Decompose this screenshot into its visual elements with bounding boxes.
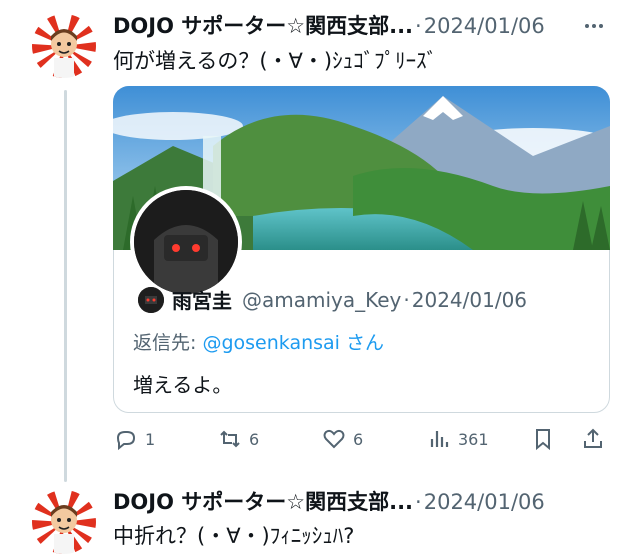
separator: · <box>415 14 422 38</box>
more-button[interactable] <box>582 14 606 38</box>
author-name[interactable]: DOJO サポーター☆関西支部... <box>113 10 413 40</box>
reply-to-line: 返信先: @gosenkansai さん <box>133 328 384 355</box>
reply-mention-link[interactable]: @gosenkansai <box>202 332 340 354</box>
like-icon <box>323 429 345 449</box>
retweet-button[interactable]: 6 <box>217 424 259 454</box>
tweet-text: 中折れ？(・∀・)ﾌｨﾆｯｼｭﾊ? <box>113 524 355 548</box>
retweet-count: 6 <box>249 429 260 449</box>
reply-count: 1 <box>145 429 156 449</box>
avatar[interactable] <box>32 490 96 554</box>
reply-prefix: 返信先: <box>133 332 203 354</box>
avatar[interactable] <box>32 14 96 78</box>
tweet-header: DOJO サポーター☆関西支部... · 2024/01/06 <box>113 486 573 516</box>
views-icon <box>430 431 449 447</box>
tweet-date[interactable]: 2024/01/06 <box>424 14 545 38</box>
quote-author-handle[interactable]: @amamiya_Key <box>242 288 401 312</box>
bookmark-icon <box>536 429 550 451</box>
tweet-date[interactable]: 2024/01/06 <box>424 490 545 514</box>
reply-icon <box>116 431 136 451</box>
tweet-text: 何が増えるの？(・∀・)ｼｭｺﾞﾌﾟﾘｰｽﾞ <box>113 49 438 73</box>
author-name[interactable]: DOJO サポーター☆関西支部... <box>113 486 413 516</box>
action-bar: 1 6 6 361 <box>113 424 610 454</box>
quote-header: 雨宮圭 @amamiya_Key · 2024/01/06 <box>138 285 527 314</box>
quote-author-avatar[interactable] <box>138 286 164 313</box>
share-icon <box>584 428 602 448</box>
reply-suffix: さん <box>339 332 384 354</box>
bookmark-button[interactable] <box>531 424 561 454</box>
separator: · <box>415 490 422 514</box>
more-icon <box>585 24 603 28</box>
quote-date[interactable]: 2024/01/06 <box>412 288 527 312</box>
views-button[interactable]: 361 <box>428 424 489 454</box>
quote-author-name[interactable]: 雨宮圭 <box>172 285 232 314</box>
thread-connector-line <box>64 90 67 482</box>
like-button[interactable]: 6 <box>321 424 363 454</box>
quoted-profile-avatar[interactable] <box>130 186 242 298</box>
share-button[interactable] <box>581 424 611 454</box>
tweet-header: DOJO サポーター☆関西支部... · 2024/01/06 <box>113 10 573 40</box>
like-count: 6 <box>353 429 364 449</box>
views-count: 361 <box>458 429 489 449</box>
separator: · <box>403 287 410 312</box>
retweet-icon <box>220 430 240 448</box>
quote-text: 増えるよ。 <box>133 373 233 397</box>
reply-button[interactable]: 1 <box>113 424 155 454</box>
